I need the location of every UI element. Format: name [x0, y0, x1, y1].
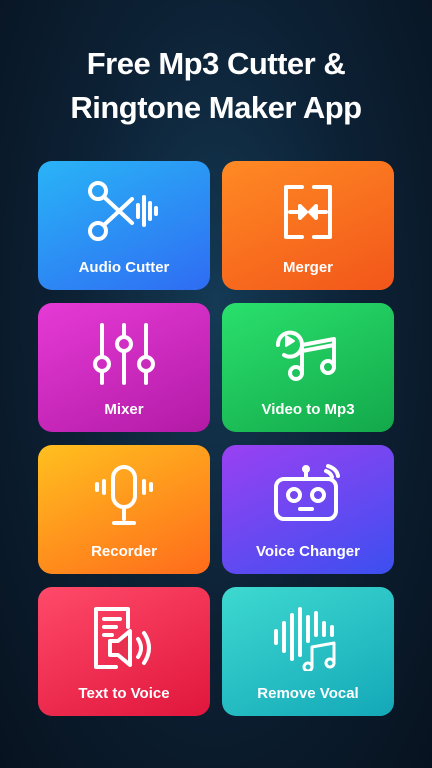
headline-line-2: Ringtone Maker App — [70, 90, 362, 125]
waveform-music-note-icon — [270, 605, 346, 671]
audio-cutter-label: Audio Cutter — [78, 259, 170, 276]
merge-arrows-icon — [270, 179, 346, 245]
robot-face-icon — [270, 463, 346, 529]
audio-cutter-tile[interactable]: Audio Cutter — [38, 161, 210, 290]
voice-changer-label: Voice Changer — [256, 543, 360, 560]
merger-label: Merger — [282, 259, 334, 276]
merger-tile[interactable]: Merger — [222, 161, 394, 290]
microphone-icon — [86, 463, 162, 529]
mixer-tile[interactable]: Mixer — [38, 303, 210, 432]
video-to-mp3-tile[interactable]: Video to Mp3 — [222, 303, 394, 432]
recorder-tile[interactable]: Recorder — [38, 445, 210, 574]
voice-changer-tile[interactable]: Voice Changer — [222, 445, 394, 574]
video-music-note-icon — [270, 321, 346, 387]
promo-headline: Free Mp3 Cutter & Ringtone Maker App — [0, 42, 432, 130]
document-speaker-icon — [86, 605, 162, 671]
mixer-sliders-icon — [86, 321, 162, 387]
headline-line-1: Free Mp3 Cutter & — [86, 46, 346, 81]
mixer-label: Mixer — [104, 401, 144, 418]
remove-vocal-label: Remove Vocal — [257, 685, 359, 702]
recorder-label: Recorder — [91, 543, 157, 560]
scissors-waveform-icon — [86, 179, 162, 245]
text-to-voice-tile[interactable]: Text to Voice — [38, 587, 210, 716]
remove-vocal-tile[interactable]: Remove Vocal — [222, 587, 394, 716]
video-to-mp3-label: Video to Mp3 — [261, 401, 355, 418]
text-to-voice-label: Text to Voice — [78, 685, 170, 702]
